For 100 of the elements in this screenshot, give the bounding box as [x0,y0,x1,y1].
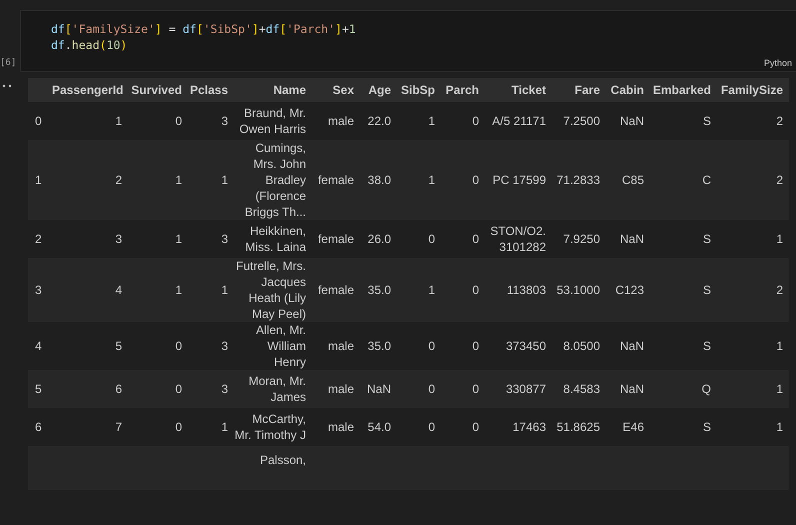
table-cell: 0 [472,172,479,188]
table-cell: female [318,231,354,247]
table-cell: 5 [115,338,122,354]
table-cell: 1 [175,231,182,247]
table-cell: 0 [428,381,435,397]
table-cell: 0 [428,338,435,354]
table-cell-text: Braund, Mr. Owen Harris [238,105,306,137]
table-cell: 71.2833 [556,172,600,188]
table-cell-text: Heikkinen, Miss. Laina [244,223,306,255]
table-cell: C [702,172,711,188]
table-cell: 2 [776,282,783,298]
table-cell: 0 [175,419,182,435]
table-cell: 0 [472,419,479,435]
code-line: df['FamilySize'] = df['SibSp']+df['Parch']+1 [51,21,356,37]
table-cell: 0 [472,338,479,354]
table-cell: 0 [472,113,479,129]
table-cell: 1 [776,419,783,435]
table-cell: female [318,172,354,188]
column-header: Ticket [512,83,546,97]
row-index: 3 [35,282,42,298]
table-cell: 1 [115,113,122,129]
column-header: Parch [446,83,479,97]
table-cell: 0 [175,338,182,354]
table-cell: 373450 [506,338,546,354]
column-header: SibSp [400,83,435,97]
more-icon[interactable] [2,84,12,88]
row-index: 6 [35,419,42,435]
language-label[interactable]: Python [764,58,792,68]
row-index: 4 [35,338,42,354]
table-cell: 1 [175,282,182,298]
table-cell: 7.2500 [563,113,600,129]
table-cell: 35.0 [368,282,391,298]
table-cell: McCarthy, Mr. Timothy J [234,411,306,443]
table-cell: 0 [472,282,479,298]
table-cell: 38.0 [368,172,391,188]
table-cell: 1 [776,381,783,397]
table-cell: PC 17599 [492,172,546,188]
table-cell: 17463 [512,419,546,435]
column-header: Name [273,83,306,97]
table-cell: 6 [115,381,122,397]
table-cell-text: Cumings, Mrs. John Bradley (Florence Briggs Th... [244,140,306,220]
table-cell-text: STON/O2. 3101282 [489,223,546,255]
column-header: Cabin [610,83,644,97]
table-cell-text: Futrelle, Mrs. Jacques Heath (Lily May Peel) [234,258,306,322]
table-cell: A/5 21171 [492,113,546,129]
table-cell-text: Moran, Mr. James [248,373,306,405]
table-cell: Q [702,381,711,397]
execution-count: [6] [0,58,18,70]
table-cell: 3 [221,113,228,129]
table-cell: 1 [428,113,435,129]
table-cell: 113803 [506,282,546,298]
column-header: Sex [332,83,354,97]
table-cell: 2 [776,172,783,188]
table-cell: 3 [221,381,228,397]
table-cell: 3 [221,338,228,354]
table-cell: NaN [366,381,391,397]
column-header: Pclass [190,83,228,97]
table-cell: 7.9250 [563,231,600,247]
table-cell: 2 [776,113,783,129]
table-cell: 4 [115,282,122,298]
table-cell: 0 [472,381,479,397]
table-cell: C123 [615,282,644,298]
column-header: FamilySize [720,83,783,97]
table-cell: male [328,338,354,354]
table-cell: 1 [428,282,435,298]
table-cell: male [328,381,354,397]
table-cell: 7 [115,419,122,435]
table-cell: C85 [622,172,644,188]
table-cell: 0 [175,113,182,129]
column-header: Age [368,83,391,97]
table-cell: 2 [115,172,122,188]
table-cell: male [328,113,354,129]
table-cell: 3 [221,231,228,247]
table-cell: 26.0 [368,231,391,247]
column-header: Fare [574,83,600,97]
table-cell: S [702,338,711,354]
table-cell: 330877 [506,381,546,397]
table-cell: 0 [428,231,435,247]
code-editor[interactable]: df['FamilySize'] = df['SibSp']+df['Parch']+1 df.head(10) Python [20,10,796,72]
table-cell: female [318,282,354,298]
table-cell: NaN [620,231,644,247]
table-cell: 54.0 [368,419,391,435]
table-cell: 0 [428,419,435,435]
table-cell: 1 [221,419,228,435]
table-cell: 0 [472,231,479,247]
table-cell: E46 [622,419,644,435]
table-cell: NaN [620,381,644,397]
column-header: PassengerId [52,83,124,97]
row-index: 5 [35,381,42,397]
row-index: 0 [35,113,42,129]
table-cell: 35.0 [368,338,391,354]
table-cell: 3 [115,231,122,247]
row-index: 1 [35,172,42,188]
table-cell: male [328,419,354,435]
code-line: df.head(10) [51,37,128,53]
table-cell: 1 [221,172,228,188]
table-cell: NaN [620,338,644,354]
table-cell: 1 [428,172,435,188]
table-cell: 0 [175,381,182,397]
table-cell: Palsson, [260,452,306,468]
